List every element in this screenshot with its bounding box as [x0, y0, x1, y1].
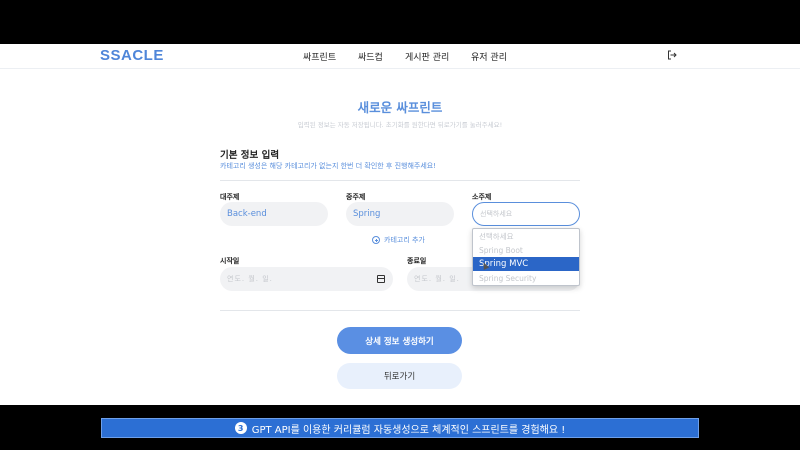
end-date-label: 종료일: [407, 257, 427, 265]
add-category-button[interactable]: 카테고리 추가: [372, 235, 425, 245]
calendar-icon[interactable]: [377, 275, 385, 283]
page-title: 새로운 싸프린트: [357, 100, 443, 115]
middle-category-input[interactable]: Spring: [346, 202, 454, 226]
end-date-placeholder: 연도. 월. 일.: [414, 275, 460, 283]
minor-category-select[interactable]: 선택하세요: [472, 202, 580, 226]
section-divider: [220, 180, 580, 181]
dropdown-option[interactable]: Spring Security: [473, 271, 579, 285]
middle-category-label: 중주제: [346, 193, 366, 201]
nav-item-board-management[interactable]: 게시판 관리: [405, 50, 449, 63]
major-category-input[interactable]: Back-end: [220, 202, 328, 226]
back-button[interactable]: 뒤로가기: [337, 363, 462, 389]
start-date-placeholder: 연도. 월. 일.: [227, 275, 273, 283]
create-details-button[interactable]: 상세 정보 생성하기: [337, 327, 462, 354]
section-hint: 카테고리 생성은 해당 카테고리가 없는지 한번 더 확인한 후 진행해주세요!: [220, 162, 437, 170]
minor-category-dropdown[interactable]: 선택하세요 Spring Boot Spring MVC Spring Secu…: [472, 228, 580, 286]
logout-icon[interactable]: [667, 50, 677, 60]
caption-text: GPT API를 이용한 커리큘럼 자동생성으로 체계적인 스프린트를 경험해요…: [251, 424, 566, 436]
nav-item-ssaprint[interactable]: 싸프린트: [303, 50, 336, 63]
section-title: 기본 정보 입력: [220, 150, 280, 161]
logo[interactable]: SSACLE: [100, 47, 164, 64]
minor-category-label: 소주제: [472, 193, 492, 201]
dropdown-option-highlighted[interactable]: Spring MVC: [473, 257, 579, 271]
dropdown-option[interactable]: 선택하세요: [473, 229, 579, 243]
app-page: SSACLE 싸프린트 싸드컵 게시판 관리 유저 관리 새로운 싸프린트 입력…: [0, 44, 800, 405]
caption-number-badge: 3: [234, 422, 247, 434]
dropdown-option[interactable]: Spring Boot: [473, 243, 579, 257]
form-divider: [220, 310, 580, 311]
add-category-label: 카테고리 추가: [384, 236, 425, 244]
page-subtitle: 입력된 정보는 자동 저장됩니다. 초기화를 원한다면 뒤로가기를 눌러주세요!: [297, 121, 503, 129]
nav-item-user-management[interactable]: 유저 관리: [471, 50, 507, 63]
navbar: SSACLE 싸프린트 싸드컵 게시판 관리 유저 관리: [0, 44, 800, 69]
video-letterbox-top: [0, 0, 800, 44]
start-date-label: 시작일: [220, 257, 240, 265]
plus-circle-icon: [372, 236, 380, 244]
major-category-label: 대주제: [220, 193, 240, 201]
nav-item-ssadcup[interactable]: 싸드컵: [358, 50, 383, 63]
video-caption: 3 GPT API를 이용한 커리큘럼 자동생성으로 체계적인 스프린트를 경험…: [101, 418, 699, 438]
start-date-input[interactable]: 연도. 월. 일.: [220, 267, 393, 291]
